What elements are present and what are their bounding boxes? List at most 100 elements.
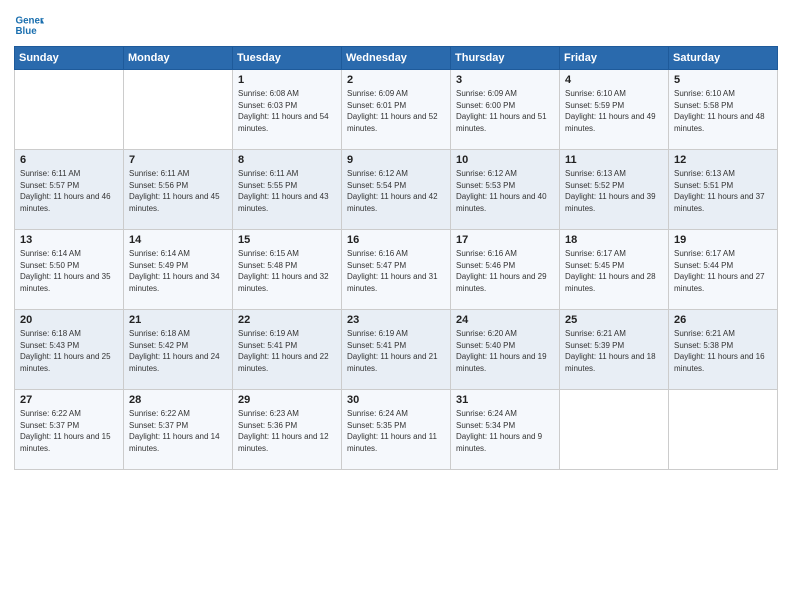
day-info: Sunrise: 6:12 AM Sunset: 5:53 PM Dayligh… [456,168,555,214]
day-info: Sunrise: 6:18 AM Sunset: 5:43 PM Dayligh… [20,328,119,374]
day-number: 15 [238,234,337,246]
day-info: Sunrise: 6:24 AM Sunset: 5:35 PM Dayligh… [347,408,446,454]
svg-text:Blue: Blue [16,26,38,37]
day-cell: 6Sunrise: 6:11 AM Sunset: 5:57 PM Daylig… [15,150,124,230]
day-info: Sunrise: 6:13 AM Sunset: 5:51 PM Dayligh… [674,168,773,214]
day-number: 11 [565,154,664,166]
day-info: Sunrise: 6:12 AM Sunset: 5:54 PM Dayligh… [347,168,446,214]
day-cell: 15Sunrise: 6:15 AM Sunset: 5:48 PM Dayli… [233,230,342,310]
logo-icon: General Blue [14,10,44,40]
weekday-header-sunday: Sunday [15,47,124,70]
day-cell: 28Sunrise: 6:22 AM Sunset: 5:37 PM Dayli… [124,390,233,470]
day-number: 29 [238,394,337,406]
day-number: 10 [456,154,555,166]
day-number: 20 [20,314,119,326]
week-row-5: 27Sunrise: 6:22 AM Sunset: 5:37 PM Dayli… [15,390,778,470]
day-number: 13 [20,234,119,246]
day-number: 1 [238,74,337,86]
day-cell [15,70,124,150]
day-info: Sunrise: 6:17 AM Sunset: 5:45 PM Dayligh… [565,248,664,294]
day-number: 18 [565,234,664,246]
logo: General Blue [14,10,44,40]
day-info: Sunrise: 6:09 AM Sunset: 6:01 PM Dayligh… [347,88,446,134]
day-cell: 2 Sunrise: 6:09 AM Sunset: 6:01 PM Daylig… [342,70,451,150]
weekday-header-saturday: Saturday [669,47,778,70]
day-cell: 19 Sunrise: 6:17 AM Sunset: 5:44 PM Dayli… [669,230,778,310]
day-cell: 3Sunrise: 6:09 AM Sunset: 6:00 PM Daylig… [451,70,560,150]
day-number: 24 [456,314,555,326]
day-number: 27 [20,394,119,406]
calendar-body: 1 Sunrise: 6:08 AM Sunset: 6:03 PM Daylig… [15,70,778,470]
day-info: Sunrise: 6:14 AM Sunset: 5:49 PM Dayligh… [129,248,228,294]
day-number: 16 [347,234,446,246]
day-info: Sunrise: 6:16 AM Sunset: 5:46 PM Dayligh… [456,248,555,294]
week-row-4: 20 Sunrise: 6:18 AM Sunset: 5:43 PM Dayli… [15,310,778,390]
day-cell: 18 Sunrise: 6:17 AM Sunset: 5:45 PM Dayli… [560,230,669,310]
day-info: Sunrise: 6:23 AM Sunset: 5:36 PM Dayligh… [238,408,337,454]
day-number: 19 [674,234,773,246]
day-info: Sunrise: 6:11 AM Sunset: 5:56 PM Dayligh… [129,168,228,214]
day-info: Sunrise: 6:14 AM Sunset: 5:50 PM Dayligh… [20,248,119,294]
week-row-2: 6Sunrise: 6:11 AM Sunset: 5:57 PM Daylig… [15,150,778,230]
day-number: 26 [674,314,773,326]
day-cell: 16Sunrise: 6:16 AM Sunset: 5:47 PM Dayli… [342,230,451,310]
day-cell: 22 Sunrise: 6:19 AM Sunset: 5:41 PM Dayli… [233,310,342,390]
day-number: 9 [347,154,446,166]
day-number: 2 [347,74,446,86]
weekday-header-row: SundayMondayTuesdayWednesdayThursdayFrid… [15,47,778,70]
day-cell [560,390,669,470]
day-cell [124,70,233,150]
day-number: 30 [347,394,446,406]
day-cell [669,390,778,470]
day-cell: 7 Sunrise: 6:11 AM Sunset: 5:56 PM Daylig… [124,150,233,230]
day-number: 17 [456,234,555,246]
day-info: Sunrise: 6:09 AM Sunset: 6:00 PM Dayligh… [456,88,555,134]
day-info: Sunrise: 6:24 AM Sunset: 5:34 PM Dayligh… [456,408,555,454]
header: General Blue [14,10,778,40]
day-cell: 11 Sunrise: 6:13 AM Sunset: 5:52 PM Dayli… [560,150,669,230]
day-cell: 23Sunrise: 6:19 AM Sunset: 5:41 PM Dayli… [342,310,451,390]
day-cell: 5Sunrise: 6:10 AM Sunset: 5:58 PM Daylig… [669,70,778,150]
day-info: Sunrise: 6:08 AM Sunset: 6:03 PM Dayligh… [238,88,337,134]
week-row-1: 1 Sunrise: 6:08 AM Sunset: 6:03 PM Daylig… [15,70,778,150]
day-number: 22 [238,314,337,326]
day-info: Sunrise: 6:10 AM Sunset: 5:58 PM Dayligh… [674,88,773,134]
day-cell: 29 Sunrise: 6:23 AM Sunset: 5:36 PM Dayli… [233,390,342,470]
day-number: 8 [238,154,337,166]
day-number: 12 [674,154,773,166]
weekday-header-thursday: Thursday [451,47,560,70]
weekday-header-monday: Monday [124,47,233,70]
day-number: 25 [565,314,664,326]
day-cell: 1 Sunrise: 6:08 AM Sunset: 6:03 PM Daylig… [233,70,342,150]
day-info: Sunrise: 6:13 AM Sunset: 5:52 PM Dayligh… [565,168,664,214]
day-number: 14 [129,234,228,246]
day-cell: 25 Sunrise: 6:21 AM Sunset: 5:39 PM Dayli… [560,310,669,390]
day-cell: 26 Sunrise: 6:21 AM Sunset: 5:38 PM Dayli… [669,310,778,390]
day-info: Sunrise: 6:17 AM Sunset: 5:44 PM Dayligh… [674,248,773,294]
day-info: Sunrise: 6:19 AM Sunset: 5:41 PM Dayligh… [238,328,337,374]
day-number: 4 [565,74,664,86]
svg-text:General: General [16,16,45,27]
day-number: 31 [456,394,555,406]
day-info: Sunrise: 6:20 AM Sunset: 5:40 PM Dayligh… [456,328,555,374]
day-cell: 27Sunrise: 6:22 AM Sunset: 5:37 PM Dayli… [15,390,124,470]
day-info: Sunrise: 6:21 AM Sunset: 5:38 PM Dayligh… [674,328,773,374]
day-cell: 12 Sunrise: 6:13 AM Sunset: 5:51 PM Dayli… [669,150,778,230]
day-cell: 8 Sunrise: 6:11 AM Sunset: 5:55 PM Daylig… [233,150,342,230]
weekday-header-friday: Friday [560,47,669,70]
day-cell: 17 Sunrise: 6:16 AM Sunset: 5:46 PM Dayli… [451,230,560,310]
day-number: 23 [347,314,446,326]
day-cell: 31 Sunrise: 6:24 AM Sunset: 5:34 PM Dayli… [451,390,560,470]
day-info: Sunrise: 6:11 AM Sunset: 5:55 PM Dayligh… [238,168,337,214]
calendar-container: General Blue SundayMondayTuesdayWednesda… [0,0,792,612]
day-info: Sunrise: 6:21 AM Sunset: 5:39 PM Dayligh… [565,328,664,374]
day-cell: 20 Sunrise: 6:18 AM Sunset: 5:43 PM Dayli… [15,310,124,390]
day-info: Sunrise: 6:18 AM Sunset: 5:42 PM Dayligh… [129,328,228,374]
week-row-3: 13 Sunrise: 6:14 AM Sunset: 5:50 PM Dayli… [15,230,778,310]
day-info: Sunrise: 6:10 AM Sunset: 5:59 PM Dayligh… [565,88,664,134]
day-number: 7 [129,154,228,166]
day-cell: 14 Sunrise: 6:14 AM Sunset: 5:49 PM Dayli… [124,230,233,310]
day-cell: 21Sunrise: 6:18 AM Sunset: 5:42 PM Dayli… [124,310,233,390]
day-cell: 13 Sunrise: 6:14 AM Sunset: 5:50 PM Dayli… [15,230,124,310]
weekday-header-tuesday: Tuesday [233,47,342,70]
